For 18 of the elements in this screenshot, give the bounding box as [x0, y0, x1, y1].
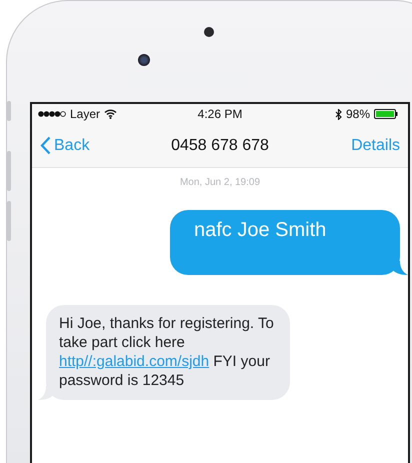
message-link[interactable]: http//:galabid.com/sjdh — [59, 353, 210, 370]
received-message: Hi Joe, thanks for registering. To take part click here http//:galabid.com/sjdh FYI your password is 12345 — [46, 305, 290, 400]
back-button[interactable]: Back — [40, 136, 90, 155]
speaker-icon — [204, 27, 214, 37]
details-button[interactable]: Details — [351, 136, 400, 154]
wifi-icon — [104, 109, 118, 119]
bluetooth-icon — [334, 108, 342, 120]
sent-message: nafc Joe Smith — [170, 210, 400, 275]
battery-percent: 98% — [346, 107, 370, 121]
message-timestamp: Mon, Jun 2, 19:09 — [178, 177, 262, 188]
contact-number: 0458 678 678 — [171, 136, 269, 154]
camera-icon — [138, 54, 150, 66]
chevron-left-icon — [40, 136, 51, 155]
carrier-name: Layer — [70, 107, 100, 121]
bubble-tail — [392, 261, 408, 275]
status-time: 4:26 PM — [198, 107, 242, 121]
signal-icon — [38, 111, 66, 117]
battery-icon — [374, 109, 398, 119]
